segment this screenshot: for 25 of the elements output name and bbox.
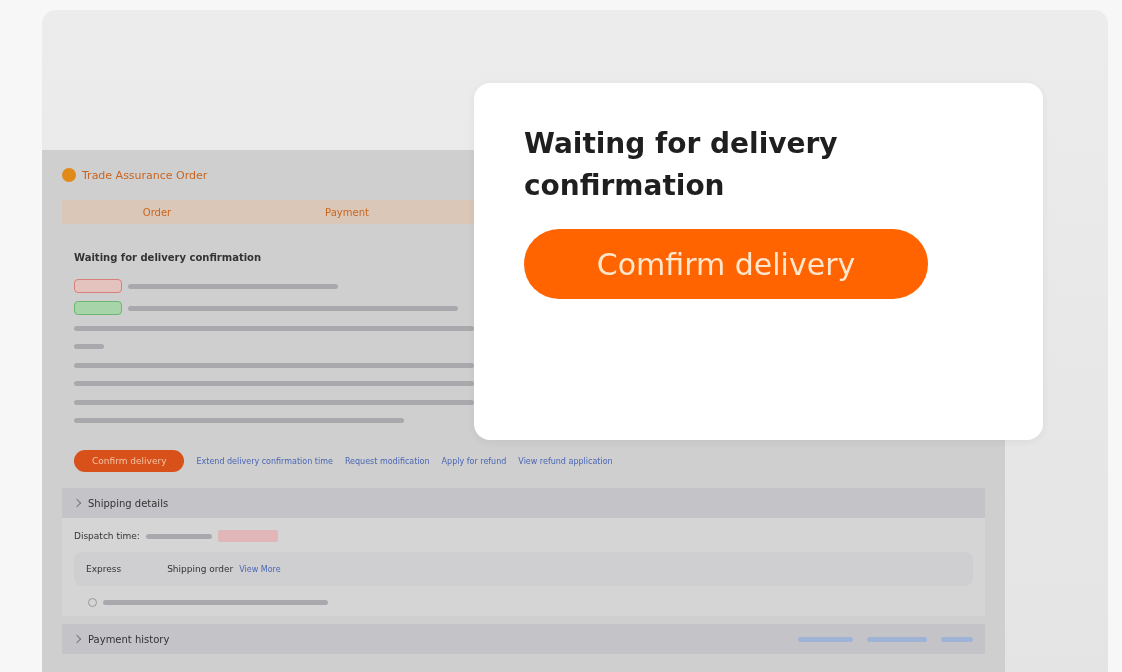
callout-title: Waiting for delivery confirmation	[524, 126, 839, 204]
confirm-delivery-button[interactable]: Confirm delivery	[74, 450, 185, 472]
action-link[interactable]: View refund application	[518, 456, 613, 466]
page-title: Trade Assurance Order	[82, 168, 208, 182]
section-title: Shipping details	[88, 497, 169, 509]
blurred-link[interactable]	[798, 636, 853, 642]
confirm-delivery-button[interactable]: Comfirm delivery	[524, 229, 928, 299]
dispatch-label: Dispatch time:	[74, 531, 140, 541]
blurred-link[interactable]	[941, 636, 973, 642]
status-tag	[74, 279, 122, 293]
section-title: Payment history	[88, 633, 170, 645]
blurred-link[interactable]	[867, 636, 927, 642]
action-link[interactable]: Apply for refund	[441, 456, 507, 466]
action-link[interactable]: Extend delivery confirmation time	[196, 456, 333, 466]
shipping-order-label: Shipping order	[167, 564, 234, 574]
view-more-link[interactable]: View More	[239, 564, 281, 574]
blurred-text	[74, 344, 104, 350]
step-label: Payment	[324, 206, 370, 218]
warning-tag	[217, 530, 278, 542]
blurred-text	[145, 533, 212, 539]
step-label: Order	[141, 206, 173, 218]
status-title: Waiting for delivery confirmation	[74, 252, 263, 263]
action-link[interactable]: Request modification	[344, 456, 430, 466]
status-tag	[74, 301, 122, 315]
carrier-label: Express	[86, 564, 122, 574]
